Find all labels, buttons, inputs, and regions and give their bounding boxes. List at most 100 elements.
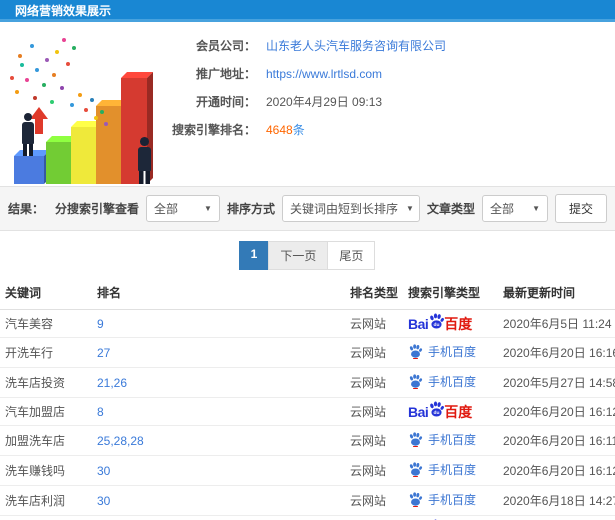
company-info: 会员公司： 山东老人头汽车服务咨询有限公司 推广地址： https://www.… [168, 30, 446, 186]
svg-text:du: du [434, 322, 440, 328]
table-row: 洗车店利润 30 云网站 手机百度 2020年6月18日 14:27 [0, 485, 615, 516]
confetti-dot [18, 54, 22, 58]
illustration-bar-2 [46, 136, 78, 184]
keyword-cell: 洗车店投资 [0, 367, 92, 398]
bar-chart-illustration [0, 30, 168, 186]
member-company-label: 会员公司： [195, 39, 256, 53]
confetti-dot [42, 83, 46, 87]
rank-type-cell: 云网站 [345, 367, 403, 398]
info-row-rank-count: 搜索引擎排名： 4648 条 [168, 122, 446, 138]
keyword-cell: 洗车店加盟 [0, 515, 92, 520]
confetti-dot [104, 122, 108, 126]
baidu-logo-text-en: Bai [408, 315, 429, 332]
updated-time-cell: 2020年6月20日 16:12 [498, 455, 615, 486]
engine-type-cell: 手机百度 [403, 425, 498, 456]
confetti-dot [45, 58, 49, 62]
engine-rank-label: 搜索引擎排名： [171, 123, 256, 137]
engine-type-cell: 手机百度 [403, 455, 498, 486]
baidu-paw-icon [409, 344, 423, 359]
table-row: 开洗车行 27 云网站 手机百度 2020年6月20日 16:16 [0, 337, 615, 368]
member-company-link[interactable]: 山东老人头汽车服务咨询有限公司 [266, 38, 446, 54]
filter-bar: 结果： 分搜索引擎查看 全部 ▼ 排序方式 关键词由短到长排序 ▼ 文章类型 全… [0, 186, 615, 231]
open-time-label: 开通时间： [195, 95, 256, 109]
page-1-button[interactable]: 1 [238, 241, 270, 270]
next-page-button[interactable]: 下一页 [268, 241, 329, 270]
table-row: 洗车店投资 21,26 云网站 手机百度 2020年5月27日 14:58 [0, 367, 615, 398]
figure-head [24, 113, 32, 121]
rank-link[interactable]: 21,26 [92, 367, 345, 398]
engine-type-cell: Baidu百度 [403, 309, 498, 338]
rank-link[interactable]: 30 [92, 455, 345, 486]
submit-button[interactable]: 提交 [554, 194, 607, 223]
baidu-logo-text-cn: 百度 [444, 403, 473, 420]
keyword-cell: 洗车赚钱吗 [0, 455, 92, 486]
promo-url-label: 推广地址： [195, 67, 256, 81]
baidu-logo: Bai du 百度 [408, 401, 473, 420]
rank-type-cell: 云网站 [345, 515, 403, 520]
open-time-value: 2020年4月29日 09:13 [266, 95, 383, 109]
confetti-dot [15, 90, 19, 94]
baidu-paw-icon: du [430, 401, 445, 417]
updated-time-cell: 2020年6月20日 16:11 [498, 425, 615, 456]
svg-text:du: du [434, 410, 440, 416]
confetti-dot [90, 98, 94, 102]
rank-count-unit-link[interactable]: 条 [293, 122, 305, 138]
results-table: 关键词 排名 排名类型 搜索引擎类型 最新更新时间 汽车美容 9 云网站 Bai du 百… [0, 276, 615, 520]
baidu-paw-icon [409, 432, 423, 447]
table-row: 加盟洗车店 25,28,28 云网站 手机百度 2020年6月20日 16:11 [0, 425, 615, 456]
sort-select[interactable]: 关键词由短到长排序 ▼ [281, 195, 420, 222]
illustration-bar-4 [96, 100, 128, 184]
keyword-cell: 汽车加盟店 [0, 397, 92, 426]
baidu-paw-icon [409, 492, 423, 507]
confetti-dot [33, 96, 37, 100]
mobile-baidu-label: 手机百度 [428, 493, 477, 507]
engine-type-cell: Baidu百度 [403, 515, 498, 520]
rank-type-cell: 云网站 [345, 397, 403, 426]
rank-type-cell: 云网站 [345, 337, 403, 368]
rank-link[interactable]: 27 [92, 337, 345, 368]
rank-link[interactable]: 25,28,28 [92, 425, 345, 456]
updated-time-cell: 2020年6月20日 16:16 [498, 337, 615, 368]
mobile-baidu-label: 手机百度 [428, 345, 477, 359]
engine-select[interactable]: 全部 ▼ [145, 195, 220, 222]
engine-select-value: 全部 [153, 202, 178, 216]
rank-link[interactable]: 30 [92, 485, 345, 516]
info-row-url: 推广地址： https://www.lrtlsd.com [168, 66, 446, 82]
confetti-dot [10, 76, 14, 80]
rank-type-cell: 云网站 [345, 425, 403, 456]
keyword-cell: 加盟洗车店 [0, 425, 92, 456]
updated-time-cell: 2020年6月20日 16:12 [498, 397, 615, 426]
updated-time-cell: 2020年6月18日 14:27 [498, 485, 615, 516]
baidu-paw-icon: du [430, 313, 445, 329]
rank-type-cell: 云网站 [345, 485, 403, 516]
confetti-dot [60, 86, 64, 90]
info-row-open-time: 开通时间： 2020年4月29日 09:13 [168, 94, 446, 110]
keyword-cell: 开洗车行 [0, 337, 92, 368]
last-page-button[interactable]: 尾页 [327, 241, 376, 270]
confetti-dot [52, 73, 56, 77]
confetti-dot [78, 93, 82, 97]
header-rank-type: 排名类型 [345, 276, 403, 310]
mobile-baidu-logo: 手机百度 [408, 343, 476, 360]
rank-link[interactable]: 3 [92, 515, 345, 520]
table-row: 汽车美容 9 云网站 Bai du 百度 2020年6月5日 11:24 [0, 309, 615, 338]
page-title: 网络营销效果展示 [15, 4, 112, 18]
chevron-down-icon: ▼ [204, 204, 212, 213]
baidu-paw-icon [409, 462, 423, 477]
figure-legs [139, 170, 151, 184]
chevron-down-icon: ▼ [532, 204, 540, 213]
engine-filter-label: 分搜索引擎查看 [54, 202, 139, 216]
confetti-dot [30, 44, 34, 48]
promo-url-link[interactable]: https://www.lrtlsd.com [266, 66, 382, 82]
article-type-select[interactable]: 全部 ▼ [481, 195, 548, 222]
sort-select-value: 关键词由短到长排序 [289, 202, 398, 216]
rank-link[interactable]: 8 [92, 397, 345, 426]
pagination: 1 下一页 尾页 [0, 241, 615, 270]
table-row: 洗车店加盟3云网站Baidu百度2020年6月18日 14:30 [0, 515, 615, 520]
rank-link[interactable]: 9 [92, 309, 345, 338]
mobile-baidu-label: 手机百度 [428, 375, 477, 389]
confetti-dot [62, 38, 66, 42]
header-keyword: 关键词 [0, 276, 92, 310]
confetti-dot [20, 63, 24, 67]
engine-type-cell: Baidu百度 [403, 397, 498, 426]
